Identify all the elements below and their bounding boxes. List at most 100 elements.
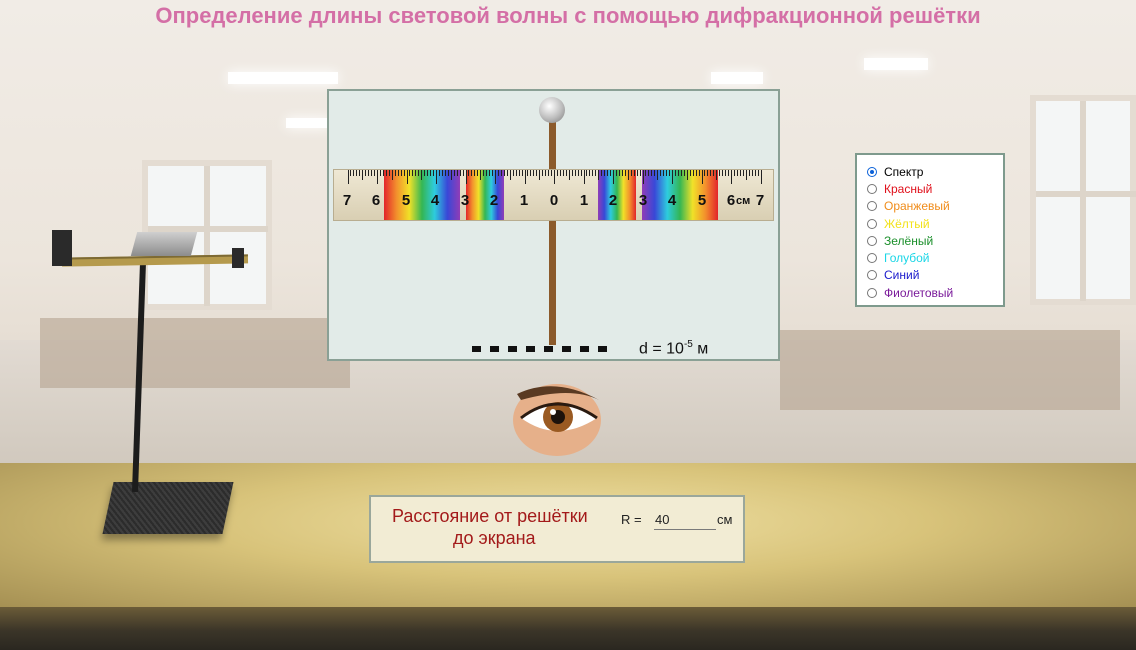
- ruler-tick: [657, 170, 659, 180]
- ruler-tick: [359, 170, 361, 176]
- ruler-tick: [421, 170, 423, 180]
- ruler-tick: [509, 170, 511, 180]
- ruler-tick: [436, 170, 437, 184]
- ruler-tick: [556, 170, 558, 176]
- ruler-tick: [627, 170, 629, 180]
- color-option-label: Красный: [884, 181, 933, 196]
- ruler-tick: [456, 170, 458, 176]
- ruler-tick: [506, 170, 508, 176]
- ruler-tick: [713, 170, 715, 176]
- ruler-tick: [716, 170, 718, 180]
- ruler-tick: [353, 170, 355, 176]
- radio-button[interactable]: [867, 253, 877, 264]
- ceiling-light: [864, 58, 928, 70]
- ruler-tick: [677, 170, 679, 176]
- distance-input-label: R =: [621, 512, 642, 527]
- ruler-tick: [545, 170, 547, 176]
- color-option-label: Голубой: [884, 251, 930, 266]
- color-option-label: Спектр: [884, 164, 924, 179]
- ruler-tick: [571, 170, 573, 176]
- ruler-tick: [654, 170, 656, 176]
- stand-clamp: [232, 248, 244, 268]
- color-option[interactable]: Спектр: [867, 163, 1003, 180]
- color-option[interactable]: Красный: [867, 180, 1003, 197]
- ruler-label: 6: [371, 192, 381, 209]
- spectrum-band-left-1: [466, 170, 504, 220]
- color-option[interactable]: Фиолетовый: [867, 284, 1003, 301]
- ruler-tick: [474, 170, 476, 176]
- radio-button[interactable]: [867, 218, 877, 229]
- color-option[interactable]: Зелёный: [867, 232, 1003, 249]
- ruler-tick: [604, 170, 606, 176]
- ruler-tick: [760, 170, 762, 184]
- color-option[interactable]: Голубой: [867, 249, 1003, 266]
- ruler-tick: [412, 170, 414, 176]
- ruler-tick: [683, 170, 685, 176]
- slit: [562, 346, 571, 352]
- ruler-tick: [477, 170, 479, 176]
- ruler-label: 3: [460, 192, 470, 209]
- ruler-tick: [424, 170, 426, 176]
- distance-input[interactable]: [654, 510, 716, 530]
- ruler-tick: [722, 170, 724, 176]
- eye-icon: [513, 384, 601, 456]
- ruler-tick: [385, 170, 387, 176]
- ruler-tick: [559, 170, 561, 176]
- ruler-tick: [651, 170, 653, 176]
- ruler-tick: [512, 170, 514, 176]
- ruler-tick: [562, 170, 564, 176]
- ruler-tick: [580, 170, 582, 176]
- ruler-tick: [533, 170, 535, 176]
- distance-label-line2: до экрана: [453, 528, 536, 548]
- radio-button[interactable]: [867, 166, 877, 177]
- lab-bench: [780, 330, 1120, 410]
- slit: [544, 346, 553, 352]
- ruler-label-zero: 0: [549, 192, 559, 209]
- radio-button[interactable]: [867, 287, 877, 298]
- ruler-tick: [391, 170, 393, 180]
- radio-button[interactable]: [867, 235, 877, 246]
- ruler-tick: [500, 170, 502, 176]
- ruler-tick: [731, 170, 732, 184]
- radio-button[interactable]: [867, 201, 877, 212]
- ruler-tick: [751, 170, 753, 176]
- ruler-tick: [492, 170, 494, 176]
- ruler-tick: [518, 170, 520, 176]
- ruler-tick: [704, 170, 706, 176]
- ruler-tick: [728, 170, 730, 176]
- ruler-post: [549, 119, 556, 345]
- color-option[interactable]: Оранжевый: [867, 198, 1003, 215]
- ruler-tick: [548, 170, 550, 176]
- ruler-label: 2: [489, 192, 499, 209]
- radio-button[interactable]: [867, 270, 877, 281]
- ruler-tick: [754, 170, 756, 176]
- ruler-label: 5: [401, 192, 411, 209]
- grating-period-unit: м: [692, 340, 709, 358]
- grating-knob: [539, 97, 565, 123]
- color-option[interactable]: Жёлтый: [867, 215, 1003, 232]
- ruler-tick: [433, 170, 435, 176]
- ruler-tick: [365, 170, 367, 176]
- ruler-tick: [521, 170, 523, 176]
- ruler-tick: [663, 170, 665, 176]
- color-option[interactable]: Синий: [867, 267, 1003, 284]
- ruler-tick: [471, 170, 473, 176]
- ruler-tick: [406, 170, 408, 184]
- ruler-tick: [427, 170, 429, 176]
- ruler-label: 5: [697, 192, 707, 209]
- slit: [490, 346, 499, 352]
- ruler-tick: [692, 170, 694, 176]
- ruler-tick: [356, 170, 358, 176]
- ruler-tick: [444, 170, 446, 176]
- ruler-tick: [536, 170, 538, 176]
- ruler-tick: [633, 170, 635, 176]
- ruler-tick: [400, 170, 402, 176]
- radio-button[interactable]: [867, 183, 877, 194]
- stand-clamp: [52, 230, 72, 266]
- ruler-tick: [757, 170, 759, 176]
- color-option-label: Жёлтый: [884, 216, 930, 231]
- grating-plate: [130, 232, 198, 256]
- ruler-tick: [371, 170, 373, 176]
- ruler-tick: [515, 170, 517, 176]
- ruler-tick: [441, 170, 443, 176]
